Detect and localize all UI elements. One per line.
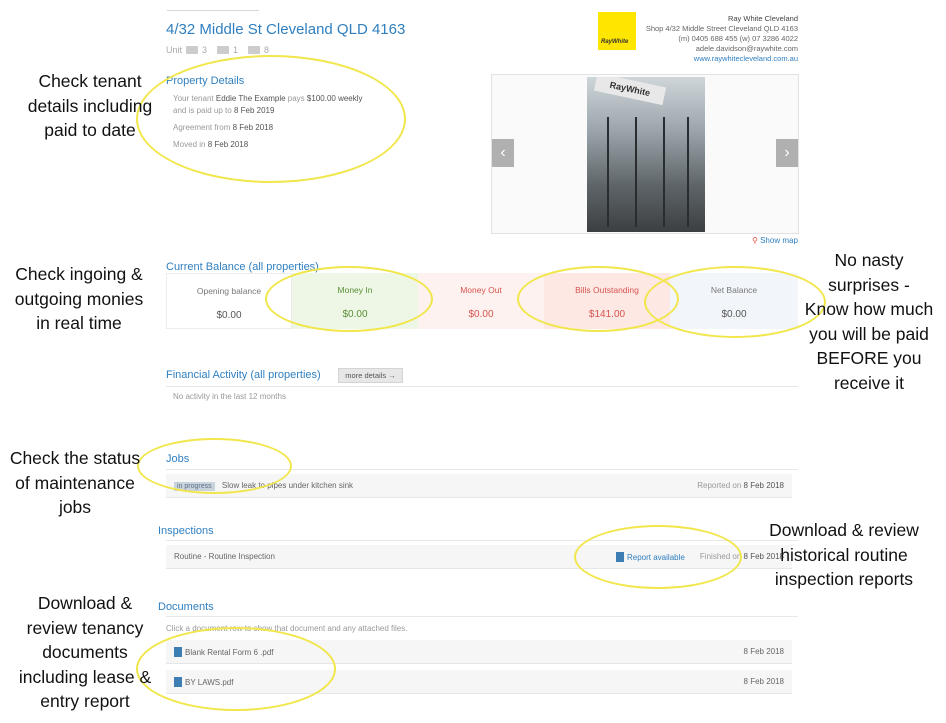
window-frame — [607, 117, 609, 227]
annotation-net-balance: No nasty surprises - Know how much you w… — [792, 248, 946, 395]
annotation-line: in real time — [36, 313, 122, 333]
annotation-line: outgoing monies — [14, 288, 144, 309]
car-icon — [248, 46, 261, 54]
highlight-ring-report — [574, 525, 742, 589]
job-reported: Reported on 8 Feb 2018 — [697, 481, 784, 490]
annotation-inspections: Download & review historical routine ins… — [746, 518, 942, 592]
job-reported-date: 8 Feb 2018 — [743, 481, 784, 490]
annotation-line: jobs — [58, 497, 92, 517]
bedrooms-count: 3 — [202, 45, 208, 55]
header-divider — [167, 10, 259, 11]
agency-name: Ray White Cleveland — [727, 14, 798, 23]
more-details-button[interactable]: more details → — [338, 368, 403, 383]
financial-divider — [166, 386, 798, 387]
inspection-title: Routine - Routine Inspection — [174, 552, 275, 561]
annotation-line: documents — [42, 642, 128, 662]
bath-icon — [217, 46, 230, 54]
show-map-label: Show map — [760, 236, 798, 245]
property-photo-carousel: ‹ RayWhite › — [491, 74, 799, 234]
annotation-line: Know how much — [804, 299, 934, 319]
financial-activity-heading: Financial Activity (all properties) — [166, 369, 321, 381]
window-frame — [663, 117, 665, 227]
annotation-line: entry report — [40, 691, 130, 711]
document-date: 8 Feb 2018 — [743, 647, 784, 656]
agency-logo: RayWhite — [598, 12, 636, 50]
document-date: 8 Feb 2018 — [743, 677, 784, 686]
annotation-line: No nasty — [834, 250, 904, 270]
unit-label: Unit — [166, 45, 183, 55]
highlight-ring-jobs — [137, 438, 292, 494]
agency-logo-text: RayWhite — [601, 39, 629, 45]
property-address[interactable]: 4/32 Middle St Cleveland QLD 4163 — [166, 21, 405, 38]
financial-empty-text: No activity in the last 12 months — [173, 392, 286, 401]
property-photo: RayWhite — [587, 77, 705, 232]
carspaces-count: 8 — [264, 45, 270, 55]
map-pin-icon: ⚲ — [752, 236, 758, 245]
annotation-line: inspection reports — [774, 569, 914, 589]
annotation-jobs: Check the status of maintenance jobs — [0, 446, 150, 520]
annotation-documents: Download & review tenancy documents incl… — [2, 591, 168, 714]
annotation-line: of maintenance — [15, 472, 135, 493]
window-frame — [635, 117, 637, 227]
next-photo-button[interactable]: › — [776, 139, 798, 167]
agency-address: Shop 4/32 Middle Street Cleveland QLD 41… — [645, 24, 798, 33]
annotation-line: Check ingoing & — [15, 264, 143, 284]
annotation-line: including lease & — [18, 666, 152, 687]
agency-contact: Ray White Cleveland Shop 4/32 Middle Str… — [646, 14, 798, 64]
annotation-line: Download & review — [769, 520, 919, 540]
annotation-line: Check tenant — [38, 71, 142, 91]
storefront-sign: RayWhite — [593, 77, 667, 106]
annotation-line: details including — [27, 95, 153, 116]
agency-website-link[interactable]: www.raywhitecleveland.com.au — [646, 54, 798, 64]
annotation-tenant: Check tenant details including paid to d… — [10, 69, 170, 143]
current-balance-heading: Current Balance (all properties) — [166, 261, 319, 273]
window-frame — [687, 117, 689, 227]
annotation-line: review tenancy — [26, 617, 144, 638]
annotation-line: Check the status — [9, 448, 141, 468]
agency-phones: (m) 0405 688 455 (w) 07 3286 4022 — [678, 34, 798, 43]
annotation-line: historical routine — [780, 544, 908, 565]
highlight-ring-property-details — [136, 55, 406, 183]
show-map-link[interactable]: ⚲ Show map — [752, 236, 798, 245]
annotation-line: receive it — [833, 372, 905, 393]
prev-photo-button[interactable]: ‹ — [492, 139, 514, 167]
annotation-line: BEFORE you — [816, 348, 922, 368]
annotation-line: you will be paid — [809, 323, 929, 344]
bed-icon — [186, 46, 199, 54]
annotation-monies: Check ingoing & outgoing monies in real … — [0, 262, 158, 336]
annotation-line: paid to date — [44, 120, 136, 140]
agency-email[interactable]: adele.davidson@raywhite.com — [646, 44, 798, 54]
property-features: Unit 3 1 8 — [166, 45, 275, 55]
job-reported-prefix: Reported on — [697, 481, 742, 490]
annotation-line: surprises - — [828, 274, 910, 295]
bathrooms-count: 1 — [233, 45, 239, 55]
documents-divider — [166, 616, 798, 617]
annotation-line: Download & — [37, 593, 133, 613]
inspections-heading: Inspections — [158, 525, 214, 537]
highlight-ring-money-in — [265, 266, 433, 332]
